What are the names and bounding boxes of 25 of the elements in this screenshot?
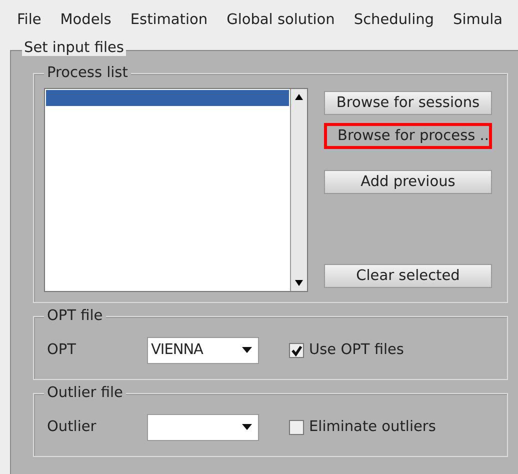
checkbox[interactable] (289, 342, 304, 358)
menu-item[interactable]: Scheduling (354, 12, 434, 28)
menu-item[interactable]: Simula (453, 12, 502, 28)
scrollbar[interactable] (290, 89, 307, 291)
field-label: Outlier (46, 419, 98, 435)
checkbox-label: Use OPT files (309, 342, 404, 358)
button[interactable]: Add previous (324, 170, 492, 194)
button[interactable]: Browse for process .. (324, 123, 492, 149)
process-list[interactable] (44, 88, 308, 292)
button[interactable]: Browse for sessions (324, 91, 492, 115)
button[interactable]: Clear selected (324, 264, 492, 288)
menu-item[interactable]: Models (60, 12, 112, 28)
dropdown[interactable]: VIENNA (147, 336, 259, 364)
menu-item[interactable]: Estimation (130, 12, 208, 28)
field-label: OPT (46, 342, 78, 358)
scroll-up-icon[interactable] (294, 93, 304, 101)
menu-item[interactable]: File (17, 12, 42, 28)
scroll-down-icon[interactable] (294, 279, 304, 287)
caret-icon (242, 347, 252, 353)
checkbox[interactable] (289, 420, 304, 434)
caret-icon (242, 424, 252, 430)
checkbox-label: Eliminate outliers (309, 419, 436, 435)
menu-item[interactable]: Global solution (226, 12, 335, 28)
dropdown[interactable] (147, 414, 259, 440)
panel-title: Set input files (22, 40, 126, 56)
